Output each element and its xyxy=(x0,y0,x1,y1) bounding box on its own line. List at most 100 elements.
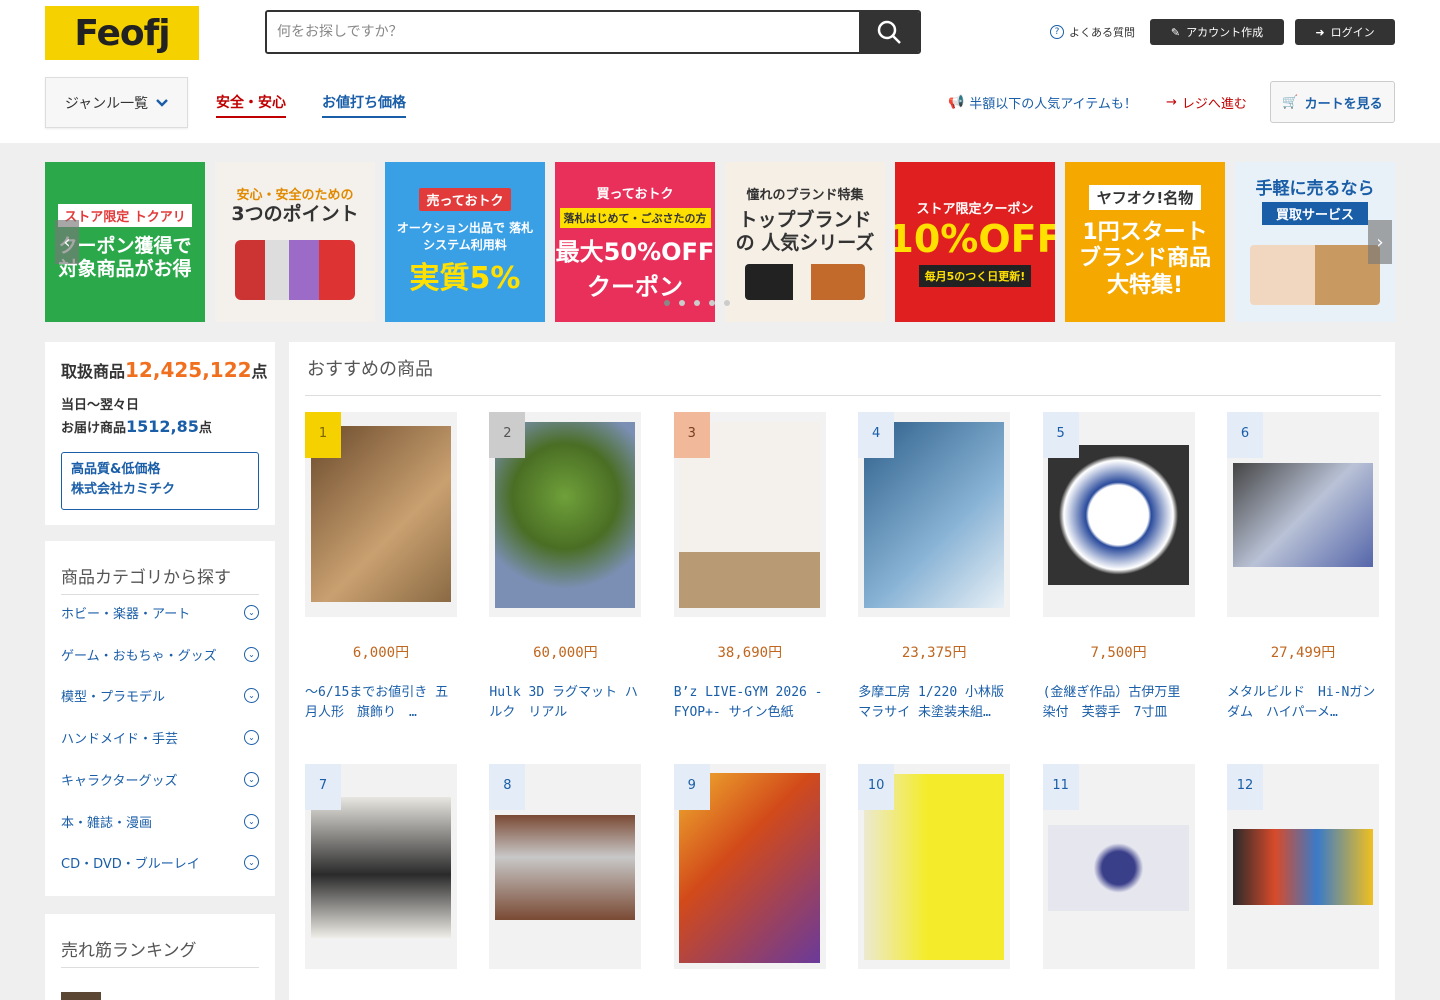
search-button[interactable] xyxy=(859,12,919,52)
checkout-label: レジへ進む xyxy=(1181,97,1247,112)
product-name[interactable]: 〜6/15までお値引き 五月人形 旗飾り … xyxy=(305,683,457,723)
arrow-right-icon: → xyxy=(1166,95,1177,110)
boxes-image xyxy=(1250,244,1380,305)
product-price: 6,000円 xyxy=(352,645,410,661)
kamichiku-link[interactable]: 高品質&低価格 株式会社カミチク xyxy=(61,452,259,510)
banner-safety-points[interactable]: 安心・安全のための 3つのポイント xyxy=(215,162,375,322)
product-image[interactable] xyxy=(1048,445,1189,585)
category-item[interactable]: 模型・プラモデル ⌄ xyxy=(61,686,259,705)
banner-line2: オークション出品で 落札システム利用料 xyxy=(396,220,534,252)
site-logo[interactable]: Feofj xyxy=(45,6,199,60)
banner-line3: 毎月5のつく日更新! xyxy=(918,264,1032,287)
product-name[interactable]: B’z LIVE-GYM 2026 -FYOP+- サイン色紙 xyxy=(674,683,826,723)
category-item[interactable]: ホビー・楽器・アート ⌄ xyxy=(61,603,259,622)
category-label: キャラクターグッズ xyxy=(61,773,178,789)
bicycle-image xyxy=(235,239,355,300)
megaphone-icon: 📢 xyxy=(948,95,965,110)
banner-line1: 安心・安全のための xyxy=(236,188,354,204)
promo-link[interactable]: 📢 半額以下の人気アイテムも！ xyxy=(948,93,1137,112)
rank-badge: 6 xyxy=(1227,412,1263,458)
banner-store-coupon[interactable]: ストア限定クーポン 10%OFF 毎月5のつく日更新! xyxy=(895,162,1055,322)
recommend-divider xyxy=(305,395,1381,396)
chevron-down-icon[interactable]: ⌄ xyxy=(244,688,259,704)
category-item[interactable]: キャラクターグッズ ⌄ xyxy=(61,770,259,789)
banner-line2: 10%OFF xyxy=(895,216,1055,261)
carousel-next-button[interactable]: › xyxy=(1368,220,1392,264)
genre-dropdown[interactable]: ジャンル一覧 xyxy=(45,77,188,128)
cart-icon: 🛒 xyxy=(1282,94,1299,110)
carousel-prev-button[interactable]: ‹ xyxy=(55,220,79,264)
view-cart-button[interactable]: 🛒 カートを見る xyxy=(1270,81,1395,123)
product-image[interactable] xyxy=(495,815,635,920)
delivery-label: お届け商品 xyxy=(61,421,127,436)
carousel-dot[interactable] xyxy=(664,300,670,306)
category-item[interactable]: 本・雑誌・漫画 ⌄ xyxy=(61,812,259,831)
rank-badge: 11 xyxy=(1042,764,1079,810)
tab-safe[interactable]: 安全・安心 xyxy=(216,92,286,118)
logo-text: Feofj xyxy=(74,12,170,54)
chevron-right-icon: › xyxy=(1376,231,1384,253)
product-image[interactable] xyxy=(1233,463,1373,567)
chevron-down-icon[interactable]: ⌄ xyxy=(244,730,259,746)
product-name[interactable]: Hulk 3D ラグマット ハルク リアル xyxy=(489,683,641,723)
banner-one-yen-start[interactable]: ヤフオク!名物 1円スタート ブランド商品 大特集! xyxy=(1065,162,1225,322)
product-price: 38,690円 xyxy=(717,645,783,661)
carousel-dot[interactable] xyxy=(709,300,715,306)
product-image[interactable] xyxy=(311,797,451,938)
chevron-down-icon[interactable]: ⌄ xyxy=(244,771,259,787)
search-icon xyxy=(877,20,901,44)
product-name[interactable]: (金継ぎ作品）古伊万里 染付 芙蓉手 7寸皿 xyxy=(1043,683,1195,723)
rank-badge: 7 xyxy=(305,764,341,810)
create-account-button[interactable]: ✎ アカウント作成 xyxy=(1150,19,1284,45)
login-label: ログイン xyxy=(1330,26,1375,39)
faq-link[interactable]: ? よくある質問 xyxy=(1050,24,1135,40)
category-item[interactable]: ゲーム・おもちゃ・グッズ ⌄ xyxy=(61,645,259,664)
category-label: CD・DVD・ブルーレイ xyxy=(61,857,200,873)
banner-line2: トップブランドの 人気シリーズ xyxy=(735,208,875,254)
carousel-dot[interactable] xyxy=(679,300,685,306)
chevron-down-icon[interactable]: ⌄ xyxy=(244,855,259,871)
checkout-link[interactable]: → レジへ進む xyxy=(1166,93,1247,112)
tab-value-price[interactable]: お値打ち価格 xyxy=(322,92,406,118)
banner-sell-deal[interactable]: 売っておトク オークション出品で 落札システム利用料 実質5% xyxy=(385,162,545,322)
ranking-thumbnail[interactable] xyxy=(61,992,101,1000)
banner-top-brands[interactable]: 憧れのブランド特集 トップブランドの 人気シリーズ xyxy=(725,162,885,322)
banner-buy-deal[interactable]: 買っておトク 落札はじめて・ごぶさたの方 最大50%OFF クーポン xyxy=(555,162,715,322)
category-label: ホビー・楽器・アート xyxy=(61,607,191,622)
category-label: 模型・プラモデル xyxy=(61,690,166,706)
chevron-down-icon[interactable]: ⌄ xyxy=(244,646,259,662)
product-image[interactable] xyxy=(1048,825,1189,911)
product-name[interactable]: メタルビルド Hi-Nガンダム ハイパーメ… xyxy=(1227,683,1379,723)
banner-line1: ヤフオク!名物 xyxy=(1088,184,1202,210)
pencil-icon: ✎ xyxy=(1170,25,1181,39)
banner-line1: ストア限定クーポン xyxy=(916,201,1034,217)
product-image[interactable] xyxy=(1233,829,1373,905)
rank-badge: 10 xyxy=(858,764,895,810)
banner-line2: 3つのポイント xyxy=(231,203,359,226)
carousel-dot[interactable] xyxy=(724,300,730,306)
category-label: 本・雑誌・漫画 xyxy=(61,815,153,831)
carousel-dots xyxy=(664,300,730,306)
search-input[interactable] xyxy=(267,12,859,52)
delivery-line1: 当日〜翌々日 xyxy=(61,398,140,413)
banner-line1: 売っておトク xyxy=(418,187,512,211)
category-item[interactable]: ハンドメイド・手芸 ⌄ xyxy=(61,728,259,747)
product-price: 27,499円 xyxy=(1270,645,1336,661)
chevron-down-icon[interactable]: ⌄ xyxy=(244,813,259,829)
product-price: 23,375円 xyxy=(901,645,967,661)
category-label: ハンドメイド・手芸 xyxy=(61,732,179,748)
banner-line1: 手軽に売るなら xyxy=(1255,179,1375,200)
product-name[interactable]: 多摩工房 1/220 小林版 マラサイ 未塗装未組… xyxy=(858,683,1010,723)
login-button[interactable]: ➜ ログイン xyxy=(1295,19,1395,45)
category-item[interactable]: CD・DVD・ブルーレイ ⌄ xyxy=(61,853,259,872)
count-unit: 点 xyxy=(251,362,268,381)
kami-line1: 高品質&低価格 xyxy=(71,462,161,477)
carousel-dot[interactable] xyxy=(694,300,700,306)
question-icon: ? xyxy=(1050,25,1064,39)
count-label: 取扱商品 xyxy=(61,362,126,381)
rank-badge: 9 xyxy=(673,764,710,810)
chevron-down-icon[interactable]: ⌄ xyxy=(244,605,259,620)
create-account-label: アカウント作成 xyxy=(1186,26,1264,39)
faq-label: よくある質問 xyxy=(1069,26,1135,39)
login-icon: ➜ xyxy=(1315,25,1325,39)
